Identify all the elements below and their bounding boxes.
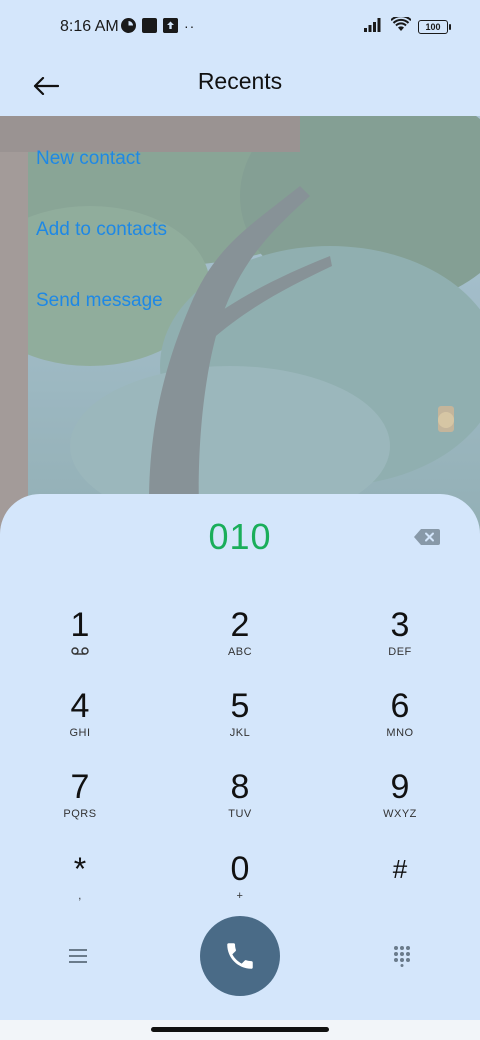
key-digit: 8 bbox=[230, 768, 250, 806]
key-digit: # bbox=[392, 854, 408, 884]
key-letters bbox=[340, 890, 460, 904]
key-digit: 1 bbox=[70, 606, 90, 644]
dialer-screen: 8:16 AM ·· 100 Recents New contact Add t… bbox=[0, 0, 480, 1040]
key-letters: PQRS bbox=[63, 808, 97, 820]
wallpaper-background bbox=[0, 116, 480, 536]
record-icon bbox=[121, 18, 136, 33]
key-4[interactable]: 4 GHI bbox=[20, 687, 140, 759]
system-nav-bar bbox=[0, 1020, 480, 1040]
wallpaper-tint bbox=[0, 116, 480, 536]
key-digit: 5 bbox=[230, 687, 250, 725]
system-status-icons: 100 bbox=[364, 15, 451, 37]
key-star[interactable]: * , bbox=[20, 850, 140, 922]
battery-level: 100 bbox=[425, 22, 441, 32]
key-digit: 2 bbox=[230, 606, 250, 644]
home-indicator[interactable] bbox=[151, 1027, 329, 1032]
wifi-icon bbox=[390, 15, 412, 37]
key-letters: MNO bbox=[386, 727, 414, 739]
key-digit: 3 bbox=[390, 606, 410, 644]
phone-icon bbox=[227, 943, 253, 969]
backspace-icon bbox=[414, 529, 440, 545]
call-button[interactable] bbox=[200, 916, 280, 996]
key-digit: 0 bbox=[230, 850, 250, 888]
key-letters: TUV bbox=[228, 808, 252, 820]
send-message-link[interactable]: Send message bbox=[36, 290, 163, 312]
key-8[interactable]: 8 TUV bbox=[180, 768, 300, 840]
key-digit: 9 bbox=[390, 768, 410, 806]
key-hash[interactable]: # bbox=[340, 850, 460, 922]
key-1[interactable]: 1 bbox=[20, 606, 140, 678]
menu-button[interactable] bbox=[56, 934, 100, 978]
status-bar: 8:16 AM ·· 100 bbox=[0, 0, 480, 56]
app-bar: Recents bbox=[0, 56, 480, 116]
upload-icon bbox=[163, 18, 178, 33]
key-letters: DEF bbox=[388, 646, 412, 658]
status-notification-icons: ·· bbox=[121, 17, 196, 34]
dialpad-icon bbox=[394, 946, 410, 967]
key-digit: 7 bbox=[70, 768, 90, 806]
dialpad-toggle-button[interactable] bbox=[380, 934, 424, 978]
hamburger-menu-icon bbox=[69, 949, 87, 963]
status-time: 8:16 AM bbox=[60, 18, 119, 35]
key-2[interactable]: 2 ABC bbox=[180, 606, 300, 678]
key-7[interactable]: 7 PQRS bbox=[20, 768, 140, 840]
backspace-button[interactable] bbox=[414, 528, 440, 546]
key-letters: , bbox=[78, 890, 82, 902]
dialpad-sheet: 010 1 2 ABC 3 DEF 4 GHI 5 JKL 6 MNO 7 PQ… bbox=[0, 494, 480, 1020]
key-digit: 4 bbox=[70, 687, 90, 725]
key-6[interactable]: 6 MNO bbox=[340, 687, 460, 759]
notification-square-icon bbox=[142, 18, 157, 33]
key-letters: ABC bbox=[227, 646, 253, 658]
new-contact-link[interactable]: New contact bbox=[36, 148, 141, 170]
dialed-number: 010 bbox=[208, 516, 272, 557]
key-letters: JKL bbox=[229, 727, 251, 739]
signal-icon bbox=[364, 17, 384, 37]
key-9[interactable]: 9 WXYZ bbox=[340, 768, 460, 840]
key-letters: WXYZ bbox=[383, 808, 417, 820]
key-3[interactable]: 3 DEF bbox=[340, 606, 460, 678]
key-digit: 6 bbox=[390, 687, 410, 725]
page-title: Recents bbox=[197, 68, 283, 94]
key-digit: * bbox=[73, 851, 87, 887]
key-5[interactable]: 5 JKL bbox=[180, 687, 300, 759]
key-letters: GHI bbox=[69, 727, 91, 739]
battery-icon: 100 bbox=[418, 20, 451, 34]
more-dots-icon: ·· bbox=[184, 17, 196, 34]
add-to-contacts-link[interactable]: Add to contacts bbox=[36, 219, 167, 241]
voicemail-icon bbox=[20, 646, 140, 660]
key-0[interactable]: 0 + bbox=[180, 850, 300, 922]
key-letters: + bbox=[236, 890, 244, 902]
